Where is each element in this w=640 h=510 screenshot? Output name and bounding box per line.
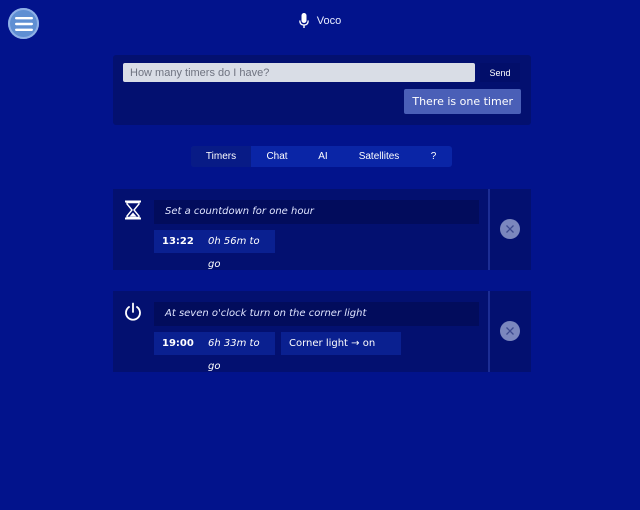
timer-time-chip: 13:22 0h 56m to go bbox=[154, 230, 275, 270]
card-divider bbox=[488, 189, 490, 270]
chat-reply-bubble: There is one timer bbox=[404, 89, 521, 114]
tab-ai[interactable]: AI bbox=[303, 146, 343, 167]
timer-description: At seven o'clock turn on the corner ligh… bbox=[154, 302, 479, 326]
tab-bar: Timers Chat AI Satellites ? bbox=[191, 146, 452, 167]
chat-input[interactable] bbox=[123, 63, 475, 82]
chat-panel: Send There is one timer bbox=[113, 55, 531, 125]
timer-clock: 13:22 bbox=[162, 236, 194, 247]
close-icon bbox=[506, 225, 514, 233]
delete-timer-button[interactable] bbox=[500, 219, 520, 239]
timer-description: Set a countdown for one hour bbox=[154, 200, 479, 224]
timer-clock: 19:00 bbox=[162, 338, 194, 349]
timer-card: Set a countdown for one hour 13:22 0h 56… bbox=[113, 189, 531, 270]
close-icon bbox=[506, 327, 514, 335]
timer-action-chip: Corner light → on bbox=[281, 332, 401, 355]
timer-remaining: 6h 33m to go bbox=[208, 338, 260, 372]
timer-card: At seven o'clock turn on the corner ligh… bbox=[113, 291, 531, 372]
delete-timer-button[interactable] bbox=[500, 321, 520, 341]
send-button[interactable]: Send bbox=[480, 63, 520, 82]
app-title: Voco bbox=[316, 15, 342, 27]
microphone-icon[interactable] bbox=[298, 13, 309, 29]
timer-remaining: 0h 56m to go bbox=[208, 236, 260, 270]
tab-satellites[interactable]: Satellites bbox=[343, 146, 415, 167]
tab-timers[interactable]: Timers bbox=[191, 146, 251, 167]
power-icon bbox=[125, 302, 141, 321]
tab-help[interactable]: ? bbox=[415, 146, 452, 167]
app-header: Voco bbox=[0, 12, 640, 30]
hourglass-icon bbox=[125, 200, 141, 220]
timer-time-chip: 19:00 6h 33m to go bbox=[154, 332, 275, 372]
tab-chat[interactable]: Chat bbox=[251, 146, 303, 167]
card-divider bbox=[488, 291, 490, 372]
